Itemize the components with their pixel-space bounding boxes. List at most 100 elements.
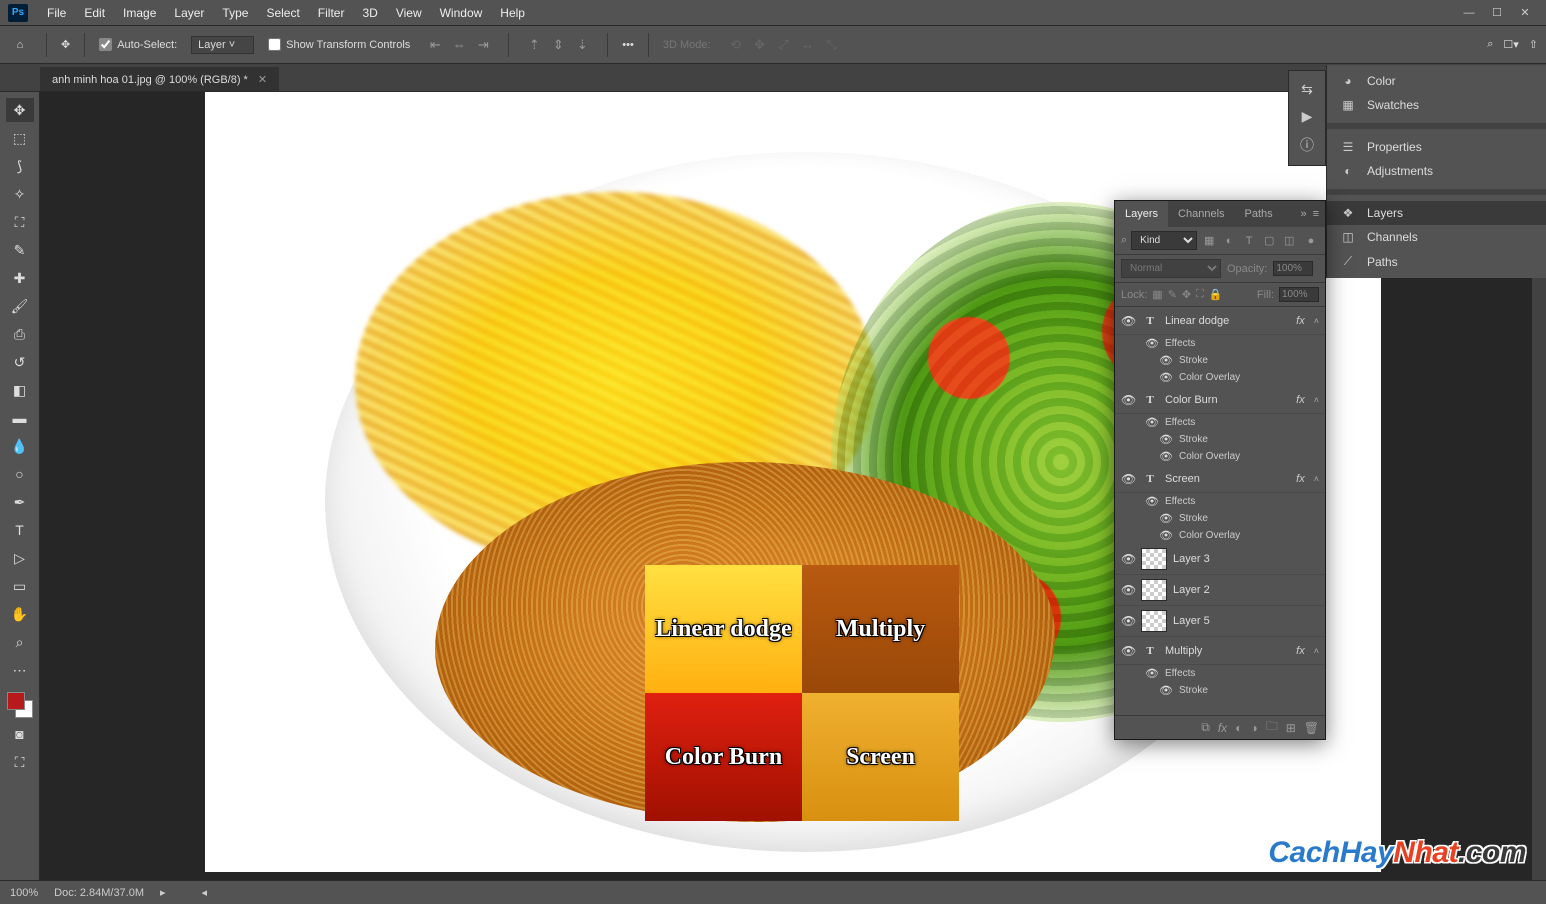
- effects-row[interactable]: 👁Effects: [1115, 665, 1325, 682]
- gradient-tool[interactable]: ▬: [6, 406, 34, 430]
- menu-file[interactable]: File: [38, 6, 75, 20]
- chevron-down-icon[interactable]: ˄: [1314, 316, 1319, 326]
- filter-adjust-icon[interactable]: ◐: [1221, 233, 1237, 249]
- visibility-icon[interactable]: 👁: [1159, 354, 1173, 367]
- new-fill-icon[interactable]: ◑: [1250, 721, 1257, 735]
- align-center-h-icon[interactable]: ⇔: [448, 34, 470, 56]
- chevron-down-icon[interactable]: ˄: [1314, 395, 1319, 405]
- layer-thumbnail[interactable]: [1141, 610, 1167, 632]
- status-chevron-icon[interactable]: ▸: [160, 886, 166, 899]
- layer-row[interactable]: 👁TLinear dodgefx˄: [1115, 307, 1325, 335]
- menu-filter[interactable]: Filter: [309, 6, 354, 20]
- align-bottom-icon[interactable]: ⇣: [571, 34, 593, 56]
- filter-pixel-icon[interactable]: ▦: [1201, 233, 1217, 249]
- effect-item[interactable]: 👁Stroke: [1115, 352, 1325, 369]
- expand-panel-icon[interactable]: »: [1300, 208, 1306, 220]
- layer-row[interactable]: 👁Layer 5: [1115, 606, 1325, 637]
- auto-select-checkbox[interactable]: Auto-Select:: [99, 38, 177, 51]
- close-tab-icon[interactable]: ✕: [258, 73, 267, 86]
- menu-help[interactable]: Help: [491, 6, 534, 20]
- menu-view[interactable]: View: [387, 6, 431, 20]
- show-transform-input[interactable]: [268, 38, 281, 51]
- search-icon[interactable]: ⌕: [1487, 38, 1493, 51]
- panel-menu-icon[interactable]: ≡: [1313, 208, 1319, 220]
- menu-layer[interactable]: Layer: [165, 6, 213, 20]
- eyedropper-tool[interactable]: ✎: [6, 238, 34, 262]
- visibility-icon[interactable]: 👁: [1145, 337, 1159, 350]
- layer-row[interactable]: 👁TColor Burnfx˄: [1115, 386, 1325, 414]
- layers-list[interactable]: 👁TLinear dodgefx˄👁Effects👁Stroke👁Color O…: [1115, 307, 1325, 715]
- menu-edit[interactable]: Edit: [75, 6, 114, 20]
- workspace-icon[interactable]: ☐▾: [1503, 38, 1518, 51]
- filter-type-icon[interactable]: T: [1241, 233, 1257, 249]
- document-tab[interactable]: anh minh hoa 01.jpg @ 100% (RGB/8) * ✕: [40, 67, 279, 91]
- blur-tool[interactable]: 💧: [6, 434, 34, 458]
- actions-panel-icon[interactable]: ▶: [1302, 108, 1313, 125]
- visibility-icon[interactable]: 👁: [1145, 495, 1159, 508]
- fx-badge[interactable]: fx: [1296, 315, 1305, 327]
- filter-smart-icon[interactable]: ◫: [1281, 233, 1297, 249]
- panel-color[interactable]: ◕Color: [1327, 69, 1546, 93]
- delete-layer-icon[interactable]: 🗑: [1304, 721, 1319, 735]
- home-button[interactable]: ⌂: [8, 33, 32, 57]
- tab-layers[interactable]: Layers: [1115, 201, 1168, 227]
- layer-row[interactable]: 👁TMultiplyfx˄: [1115, 637, 1325, 665]
- move-tool[interactable]: ✥: [6, 98, 34, 122]
- menu-window[interactable]: Window: [431, 6, 492, 20]
- dodge-tool[interactable]: ○: [6, 462, 34, 486]
- layer-thumbnail[interactable]: [1141, 548, 1167, 570]
- layer-thumbnail[interactable]: [1141, 579, 1167, 601]
- menu-image[interactable]: Image: [114, 6, 165, 20]
- lock-all-icon[interactable]: 🔒: [1209, 288, 1223, 301]
- foreground-color[interactable]: [7, 692, 25, 710]
- marquee-tool[interactable]: ⬚: [6, 126, 34, 150]
- visibility-icon[interactable]: 👁: [1159, 433, 1173, 446]
- visibility-icon[interactable]: 👁: [1159, 684, 1173, 697]
- visibility-icon[interactable]: 👁: [1121, 393, 1135, 407]
- filter-kind-select[interactable]: Kind: [1131, 231, 1197, 250]
- move-tool-icon[interactable]: ✥: [61, 38, 70, 51]
- align-left-icon[interactable]: ⇤: [424, 34, 446, 56]
- visibility-icon[interactable]: 👁: [1121, 583, 1135, 597]
- auto-select-target[interactable]: Layer ˅: [191, 36, 254, 54]
- menu-select[interactable]: Select: [257, 6, 308, 20]
- chevron-down-icon[interactable]: ˄: [1314, 646, 1319, 656]
- fx-badge[interactable]: fx: [1296, 394, 1305, 406]
- align-top-icon[interactable]: ⇡: [523, 34, 545, 56]
- minimize-button[interactable]: —: [1456, 4, 1482, 22]
- blend-mode-select[interactable]: Normal: [1121, 259, 1221, 278]
- panel-paths[interactable]: ⟋Paths: [1327, 249, 1546, 274]
- panel-properties[interactable]: ☰Properties: [1327, 135, 1546, 159]
- zoom-tool[interactable]: ⌕: [6, 630, 34, 654]
- screen-mode-tool[interactable]: ⛶: [6, 750, 34, 774]
- hand-tool[interactable]: ✋: [6, 602, 34, 626]
- visibility-icon[interactable]: 👁: [1159, 529, 1173, 542]
- new-group-icon[interactable]: 🗀: [1266, 717, 1278, 738]
- layer-row[interactable]: 👁Layer 2: [1115, 575, 1325, 606]
- panel-adjustments[interactable]: ◐Adjustments: [1327, 159, 1546, 183]
- clone-stamp-tool[interactable]: ⎙: [6, 322, 34, 346]
- panel-swatches[interactable]: ▦Swatches: [1327, 93, 1546, 117]
- edit-toolbar[interactable]: ⋯: [6, 658, 34, 682]
- history-panel-icon[interactable]: ⇆: [1301, 81, 1313, 98]
- close-button[interactable]: ✕: [1512, 4, 1538, 22]
- crop-tool[interactable]: ⛶: [6, 210, 34, 234]
- panel-channels[interactable]: ◫Channels: [1327, 225, 1546, 249]
- type-tool[interactable]: T: [6, 518, 34, 542]
- tab-paths[interactable]: Paths: [1235, 201, 1283, 227]
- layer-fx-icon[interactable]: fx: [1218, 721, 1227, 735]
- effect-item[interactable]: 👁Color Overlay: [1115, 448, 1325, 465]
- share-icon[interactable]: ⇧: [1529, 38, 1538, 51]
- visibility-icon[interactable]: 👁: [1121, 552, 1135, 566]
- layer-row[interactable]: 👁TScreenfx˄: [1115, 465, 1325, 493]
- layer-name[interactable]: Screen: [1165, 473, 1290, 485]
- chevron-down-icon[interactable]: ˄: [1314, 474, 1319, 484]
- visibility-icon[interactable]: 👁: [1121, 614, 1135, 628]
- info-panel-icon[interactable]: ⓘ: [1300, 135, 1314, 155]
- lock-artboard-icon[interactable]: ⛶: [1196, 288, 1204, 301]
- effect-item[interactable]: 👁Stroke: [1115, 431, 1325, 448]
- lock-position-icon[interactable]: ✎: [1168, 288, 1177, 301]
- layer-name[interactable]: Multiply: [1165, 645, 1290, 657]
- fill-input[interactable]: [1279, 287, 1319, 302]
- doc-size[interactable]: Doc: 2.84M/37.0M: [54, 887, 144, 899]
